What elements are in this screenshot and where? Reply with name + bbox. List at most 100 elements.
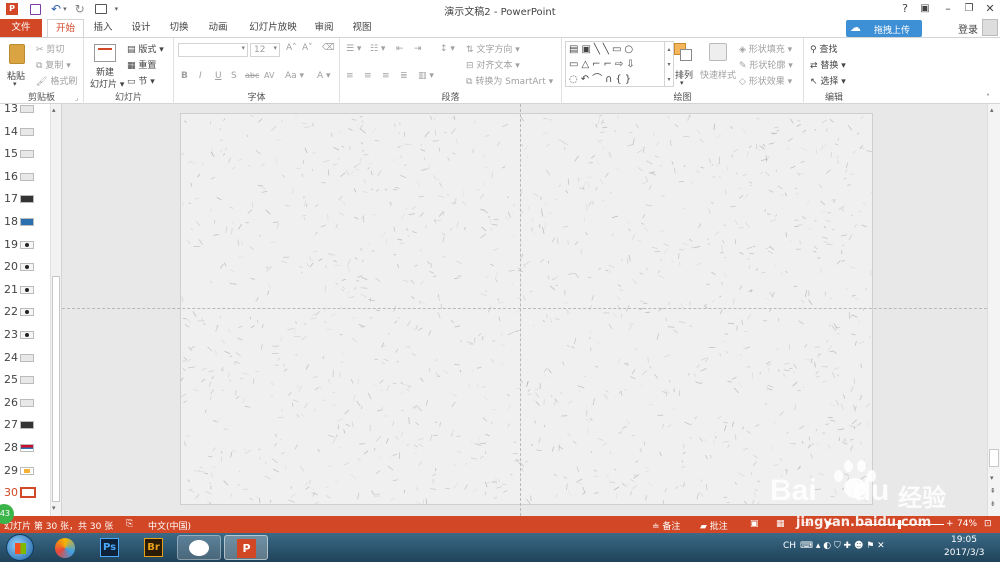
thumbnail-preview[interactable] bbox=[20, 331, 34, 339]
thumbnail-item[interactable]: 22 bbox=[0, 301, 50, 323]
thumbnail-preview[interactable] bbox=[20, 398, 34, 407]
scroll-up-icon[interactable]: ▴ bbox=[990, 106, 994, 114]
thumbnail-item[interactable]: 26 bbox=[0, 392, 50, 414]
thumbnail-item[interactable]: 18 bbox=[0, 211, 50, 233]
taskbar-app-bridge[interactable]: Br bbox=[132, 535, 174, 560]
align-left-icon[interactable]: ≡ bbox=[346, 71, 354, 81]
tab-home[interactable]: 开始 bbox=[47, 19, 84, 37]
increase-font-icon[interactable]: A˄ bbox=[286, 43, 297, 53]
thumbnail-preview[interactable] bbox=[20, 150, 34, 159]
comments-button[interactable]: ▰ 批注 bbox=[700, 519, 728, 532]
clock-time[interactable]: 19:05 bbox=[951, 535, 977, 545]
slide-sorter-icon[interactable]: ▦ bbox=[776, 519, 785, 529]
thumbnail-preview[interactable] bbox=[20, 308, 34, 317]
thumbnail-item[interactable]: 20 bbox=[0, 256, 50, 278]
restore-icon[interactable]: ❐ bbox=[961, 2, 977, 16]
start-button[interactable] bbox=[6, 534, 34, 561]
tab-transitions[interactable]: 切换 bbox=[164, 19, 194, 37]
clipboard-launcher-icon[interactable]: ⌟ bbox=[75, 94, 78, 102]
tab-view[interactable]: 视图 bbox=[347, 19, 377, 37]
arrange-icon[interactable] bbox=[674, 43, 692, 61]
close-icon[interactable]: ✕ bbox=[982, 2, 998, 16]
thumbnail-item[interactable]: 29 bbox=[0, 460, 50, 482]
scroll-down-icon[interactable]: ▾ bbox=[990, 474, 994, 482]
shape-effects-button[interactable]: ◇ 形状效果 ▾ bbox=[739, 74, 792, 87]
zoom-level[interactable]: 74% bbox=[957, 519, 977, 529]
font-size-combobox[interactable]: 12 ▾ bbox=[250, 43, 280, 57]
scroll-down-icon[interactable]: ▾ bbox=[52, 504, 56, 512]
taskbar-app-photoshop[interactable]: Ps bbox=[88, 535, 130, 560]
editor-vertical-scrollbar[interactable]: ▴ ▾ ⇞ ⇟ bbox=[987, 104, 1000, 516]
thumbnail-preview[interactable] bbox=[20, 195, 34, 204]
tab-file[interactable]: 文件 bbox=[0, 19, 42, 37]
quick-styles-icon[interactable] bbox=[709, 43, 727, 61]
thumbnail-item[interactable]: 13 bbox=[0, 98, 50, 120]
shapes-gallery[interactable]: ▤▣╲╲▭○ ▭△⌐⌐⇨⇩ ◌↶⌒∩{} bbox=[565, 41, 665, 87]
paste-dropdown-icon[interactable]: ▾ bbox=[13, 80, 17, 88]
fit-slide-icon[interactable]: ⊡ bbox=[984, 519, 992, 529]
tab-animations[interactable]: 动画 bbox=[203, 19, 233, 37]
thumbnail-preview[interactable] bbox=[20, 487, 36, 499]
avatar[interactable] bbox=[982, 19, 998, 36]
normal-view-icon[interactable]: ▣ bbox=[750, 519, 759, 529]
new-slide-icon[interactable] bbox=[94, 44, 116, 62]
select-button[interactable]: ↖ 选择 ▾ bbox=[810, 74, 846, 87]
new-slide-dropdown[interactable]: 幻灯片 ▾ bbox=[90, 77, 124, 90]
numbering-icon[interactable]: ☷ ▾ bbox=[370, 44, 385, 54]
tab-insert[interactable]: 插入 bbox=[88, 19, 118, 37]
replace-button[interactable]: ⇄ 替换 ▾ bbox=[810, 58, 846, 71]
thumbnail-preview[interactable] bbox=[20, 421, 34, 430]
collapse-ribbon-icon[interactable]: ˄ bbox=[986, 93, 990, 102]
char-spacing-button[interactable]: AV bbox=[264, 71, 274, 80]
paste-button[interactable] bbox=[7, 44, 29, 68]
thumbnail-item[interactable]: 27 bbox=[0, 414, 50, 436]
thumbnail-item[interactable]: 24 bbox=[0, 347, 50, 369]
strikethrough-button[interactable]: abc bbox=[245, 71, 259, 80]
thumbnail-preview[interactable] bbox=[20, 285, 34, 294]
help-icon[interactable]: ? bbox=[897, 2, 913, 16]
thumbnail-preview[interactable] bbox=[20, 444, 34, 452]
underline-button[interactable]: U bbox=[215, 71, 222, 81]
vertical-guide[interactable] bbox=[520, 104, 521, 516]
thumbnail-item[interactable]: 28 bbox=[0, 437, 50, 459]
tab-slideshow[interactable]: 幻灯片放映 bbox=[244, 19, 302, 37]
thumbnail-preview[interactable] bbox=[20, 263, 34, 272]
notes-button[interactable]: ≐ 备注 bbox=[652, 519, 680, 532]
change-case-button[interactable]: Aa ▾ bbox=[285, 71, 304, 81]
align-text-button[interactable]: ⊟ 对齐文本 ▾ bbox=[466, 58, 520, 71]
align-right-icon[interactable]: ≡ bbox=[382, 71, 390, 81]
reset-button[interactable]: ▦ 重置 bbox=[127, 58, 156, 71]
shape-outline-button[interactable]: ✎ 形状轮廓 ▾ bbox=[739, 58, 793, 71]
italic-button[interactable]: I bbox=[199, 71, 202, 81]
next-slide-icon[interactable]: ⇟ bbox=[990, 500, 996, 508]
increase-indent-icon[interactable]: ⇥ bbox=[414, 44, 422, 54]
taskbar-app-powerpoint[interactable]: P bbox=[224, 535, 268, 560]
cut-button[interactable]: ✂ 剪切 bbox=[36, 42, 64, 55]
decrease-indent-icon[interactable]: ⇤ bbox=[396, 44, 404, 54]
arrange-label[interactable]: 排列 bbox=[675, 68, 693, 81]
thumbnail-scrollbar[interactable]: ▴ ▾ bbox=[50, 104, 61, 516]
font-color-button[interactable]: A ▾ bbox=[317, 71, 331, 81]
scroll-up-icon[interactable]: ▴ bbox=[52, 106, 56, 114]
layout-button[interactable]: ▤ 版式 ▾ bbox=[127, 42, 164, 55]
tab-review[interactable]: 审阅 bbox=[309, 19, 339, 37]
thumbnail-preview[interactable] bbox=[20, 172, 34, 181]
thumbnail-preview[interactable] bbox=[20, 353, 34, 362]
ribbon-display-options-icon[interactable]: ▣ bbox=[917, 2, 933, 16]
thumbnail-item[interactable]: 17 bbox=[0, 188, 50, 210]
section-button[interactable]: ▭ 节 ▾ bbox=[127, 74, 155, 87]
columns-icon[interactable]: ▥ ▾ bbox=[418, 71, 434, 81]
thumbnail-item[interactable]: 14 bbox=[0, 121, 50, 143]
line-spacing-icon[interactable]: ↕ ▾ bbox=[440, 44, 455, 54]
font-name-combobox[interactable]: ▾ bbox=[178, 43, 248, 57]
taskbar-app-browser[interactable] bbox=[44, 535, 86, 560]
thumbnail-item[interactable]: 19 bbox=[0, 234, 50, 256]
thumbnail-preview[interactable] bbox=[20, 218, 34, 226]
thumbnail-preview[interactable] bbox=[20, 376, 34, 385]
tray-icons[interactable]: ⌨ ▴ ◐ ⛉ ✚ ☻ ⚑ ✕ bbox=[800, 541, 885, 551]
shapes-gallery-scroll[interactable]: ▴ ▾ ▾ bbox=[665, 41, 674, 87]
shape-fill-button[interactable]: ◈ 形状填充 ▾ bbox=[739, 42, 792, 55]
bullets-icon[interactable]: ☰ ▾ bbox=[346, 44, 361, 54]
thumbnail-item[interactable]: 25 bbox=[0, 369, 50, 391]
thumbnail-item[interactable]: 23 bbox=[0, 324, 50, 346]
